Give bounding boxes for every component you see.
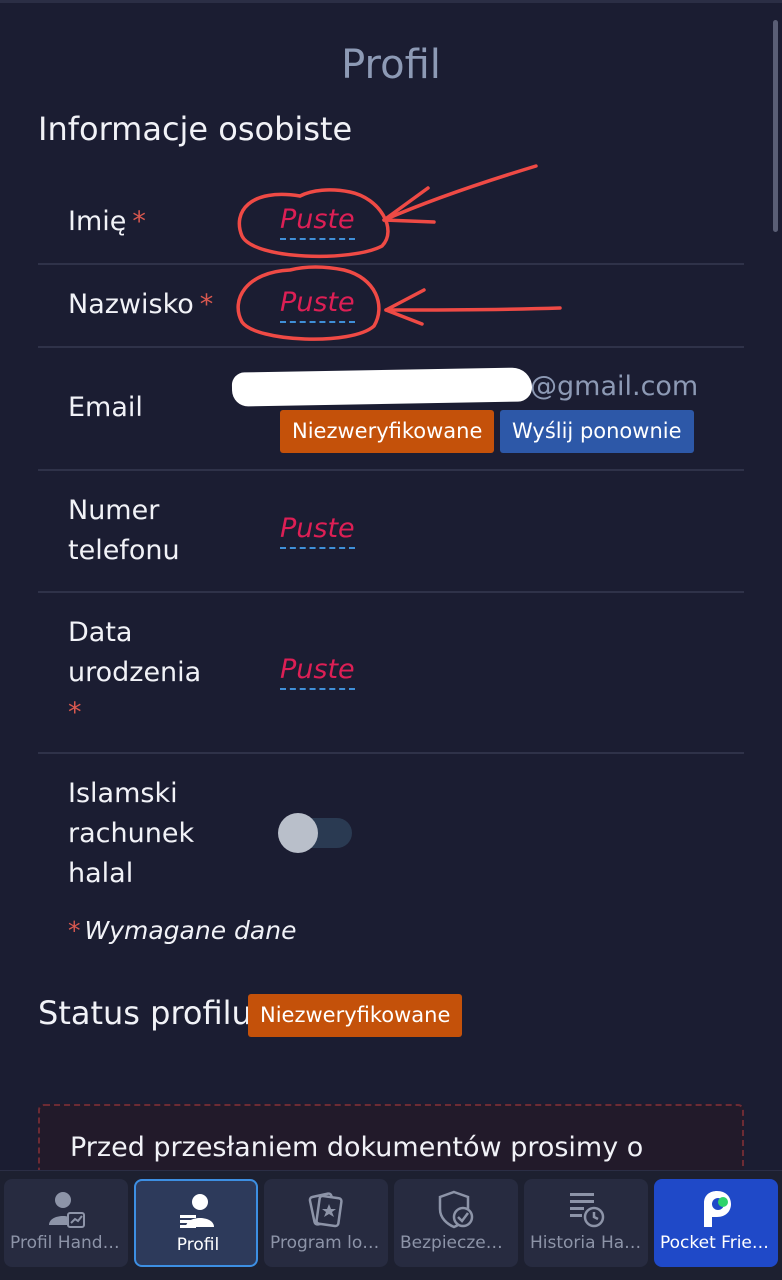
nav-item-history[interactable]: Historia Handlu bbox=[524, 1179, 648, 1267]
nav-label: Profil Handlowca bbox=[10, 1233, 128, 1253]
page-title: Profil bbox=[341, 42, 441, 88]
top-divider bbox=[0, 0, 782, 3]
profile-status-heading: Status profilu bbox=[38, 994, 252, 1032]
birth-date-row: Data urodzenia * Puste bbox=[38, 593, 744, 754]
first-name-row: Imię * Puste bbox=[38, 182, 744, 265]
email-row: Email @gmail.com Niezweryfikowane Wyślij… bbox=[38, 348, 744, 471]
loyalty-cards-icon bbox=[308, 1192, 343, 1228]
phone-label: Numer telefonu bbox=[68, 495, 180, 566]
email-status-badge: Niezweryfikowane bbox=[280, 410, 495, 453]
nav-label: Profil bbox=[176, 1235, 220, 1255]
profile-icon bbox=[180, 1194, 214, 1228]
birth-date-label: Data urodzenia * bbox=[68, 613, 201, 733]
shield-icon bbox=[438, 1190, 474, 1229]
email-label: Email bbox=[68, 392, 143, 423]
trader-profile-icon bbox=[49, 1192, 85, 1228]
nav-item-security[interactable]: Bezpieczeństwo bbox=[394, 1179, 518, 1267]
phone-value[interactable]: Puste bbox=[280, 513, 355, 549]
required-note: * Wymagane dane bbox=[68, 916, 297, 945]
toggle-knob bbox=[278, 813, 318, 853]
islamic-account-row: Islamski rachunek halal bbox=[38, 754, 744, 904]
last-name-label: Nazwisko * bbox=[68, 289, 214, 320]
first-name-value[interactable]: Puste bbox=[280, 204, 355, 240]
last-name-row: Nazwisko * Puste bbox=[38, 265, 744, 348]
nav-item-profile[interactable]: Profil bbox=[134, 1179, 258, 1267]
islamic-account-toggle[interactable] bbox=[278, 813, 352, 853]
required-star: * bbox=[68, 697, 82, 728]
phone-row: Numer telefonu Puste bbox=[38, 471, 744, 593]
nav-label: Program lojalnościowy bbox=[270, 1233, 388, 1253]
history-icon bbox=[570, 1193, 605, 1228]
pocket-friends-icon bbox=[704, 1191, 731, 1227]
bottom-nav: Profil Handlowca Profil Program lojalnoś… bbox=[0, 1170, 782, 1280]
nav-item-trader-profile[interactable]: Profil Handlowca bbox=[4, 1179, 128, 1267]
personal-info-heading: Informacje osobiste bbox=[38, 110, 353, 148]
nav-label: Historia Handlu bbox=[530, 1233, 648, 1253]
islamic-account-label: Islamski rachunek halal bbox=[68, 778, 195, 889]
last-name-value[interactable]: Puste bbox=[280, 287, 355, 323]
birth-date-value[interactable]: Puste bbox=[280, 654, 355, 690]
notice-text: Przed przesłaniem dokumentów prosimy o bbox=[70, 1132, 644, 1163]
required-star: * bbox=[132, 206, 146, 237]
profile-status-badge: Niezweryfikowane bbox=[248, 994, 463, 1037]
redaction-mark bbox=[231, 367, 533, 407]
nav-item-loyalty[interactable]: Program lojalnościowy bbox=[264, 1179, 388, 1267]
nav-label: Bezpieczeństwo bbox=[400, 1233, 518, 1253]
nav-item-pocket-friends[interactable]: Pocket Friends bbox=[654, 1179, 778, 1267]
required-star: * bbox=[199, 289, 214, 320]
resend-button[interactable]: Wyślij ponownie bbox=[500, 410, 694, 453]
first-name-label: Imię * bbox=[68, 206, 146, 237]
nav-label: Pocket Friends bbox=[660, 1233, 778, 1253]
